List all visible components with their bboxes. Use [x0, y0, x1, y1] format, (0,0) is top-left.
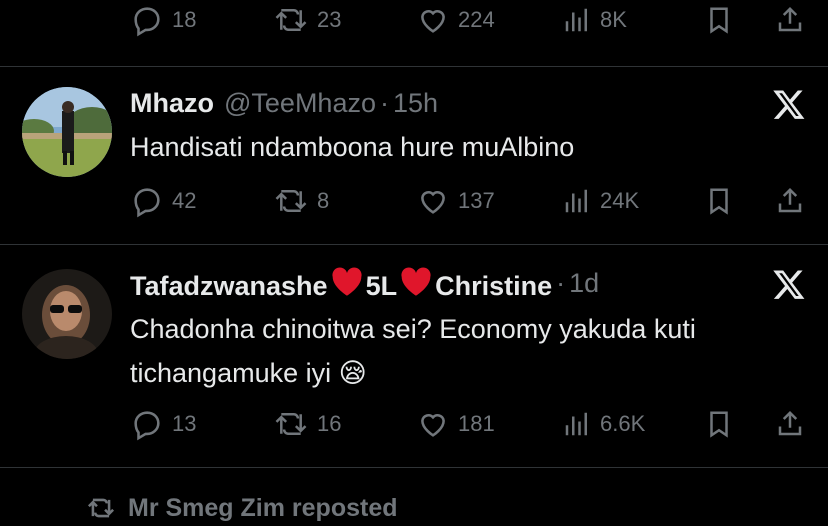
tweet-card[interactable]: Mhazo @TeeMhazo · 15h Handisati ndamboon…: [0, 67, 828, 244]
user-handle[interactable]: @TeeMhazo: [224, 88, 376, 119]
tweet-text: Handisati ndamboona hure muAlbino: [130, 132, 575, 162]
views-button[interactable]: 24K: [562, 181, 639, 221]
tweet-header: Tafadzwanashe 5L Christine · 1d: [130, 265, 599, 301]
share-icon: [778, 6, 802, 32]
reply-icon: [134, 7, 160, 37]
repost-icon: [275, 413, 307, 435]
like-count: 137: [458, 188, 495, 213]
tweet-card[interactable]: Tafadzwanashe 5L Christine · 1d Chadonha c…: [0, 245, 828, 467]
reply-button[interactable]: 13: [130, 404, 196, 444]
share-icon: [778, 187, 802, 213]
reply-count: 18: [172, 7, 197, 32]
heart-outline-icon: [421, 10, 445, 33]
bookmark-button[interactable]: [704, 404, 734, 444]
display-name[interactable]: Tafadzwanashe 5L Christine: [130, 265, 552, 302]
reply-count: 13: [172, 411, 197, 436]
like-count: 224: [458, 7, 495, 32]
repost-count: 23: [317, 7, 342, 32]
reply-icon: [134, 411, 160, 441]
heart-outline-icon: [421, 414, 445, 437]
views-button[interactable]: 6.6K: [562, 404, 645, 444]
bookmark-icon: [710, 411, 728, 438]
repost-icon: [87, 498, 115, 518]
red-heart-emoji-icon: [401, 267, 431, 296]
divider: [0, 467, 828, 468]
bookmark-button[interactable]: [704, 0, 734, 40]
separator-dot: ·: [556, 267, 566, 298]
display-name[interactable]: Mhazo: [130, 88, 214, 119]
repost-banner-text: Mr Smeg Zim reposted: [128, 493, 398, 522]
views-button[interactable]: 8K: [562, 0, 627, 40]
like-button[interactable]: 181: [416, 404, 495, 444]
previous-tweet-actions: 18 23 224 8K: [0, 0, 828, 40]
bookmark-icon: [710, 188, 728, 215]
tweet-actions: 42 8 137 24K: [0, 181, 828, 221]
reply-button[interactable]: 18: [130, 0, 196, 40]
view-count: 6.6K: [600, 411, 646, 436]
reply-icon: [134, 188, 160, 218]
x-logo-icon: [773, 270, 805, 299]
analytics-icon: [565, 8, 587, 32]
like-count: 181: [458, 411, 495, 436]
display-name-part: Tafadzwanashe: [130, 270, 328, 301]
tweet-text: Chadonha chinoitwa sei? Economy yakuda k…: [130, 314, 696, 388]
reply-count: 42: [172, 188, 197, 213]
timestamp[interactable]: 15h: [393, 88, 438, 119]
like-button[interactable]: 137: [416, 181, 495, 221]
analytics-icon: [565, 189, 587, 213]
repost-icon: [275, 9, 307, 31]
tweet-header: Mhazo @TeeMhazo · 15h: [130, 85, 438, 121]
repost-count: 8: [317, 188, 330, 213]
repost-button[interactable]: 16: [273, 404, 341, 444]
view-count: 8K: [600, 7, 627, 32]
reply-button[interactable]: 42: [130, 181, 196, 221]
repost-button[interactable]: 23: [273, 0, 341, 40]
heart-outline-icon: [421, 191, 445, 214]
repost-count: 16: [317, 411, 342, 436]
bookmark-button[interactable]: [704, 181, 734, 221]
avatar[interactable]: [22, 269, 112, 359]
share-icon: [778, 410, 802, 436]
separator-dot: ·: [379, 87, 389, 118]
repost-button[interactable]: 8: [273, 181, 329, 221]
avatar[interactable]: [22, 87, 112, 177]
display-name-part: 5L: [365, 270, 398, 301]
display-name-part: Christine: [435, 270, 553, 301]
share-button[interactable]: [775, 0, 805, 40]
share-button[interactable]: [775, 181, 805, 221]
like-button[interactable]: 224: [416, 0, 495, 40]
analytics-icon: [565, 412, 587, 436]
tweet-actions: 13 16 181 6.6K: [0, 404, 828, 444]
red-heart-emoji-icon: [331, 267, 362, 296]
share-button[interactable]: [775, 404, 805, 444]
timestamp[interactable]: 1d: [569, 268, 599, 299]
repost-icon: [275, 190, 307, 212]
x-logo-icon: [773, 90, 805, 119]
view-count: 24K: [600, 188, 640, 213]
bookmark-icon: [710, 7, 728, 34]
